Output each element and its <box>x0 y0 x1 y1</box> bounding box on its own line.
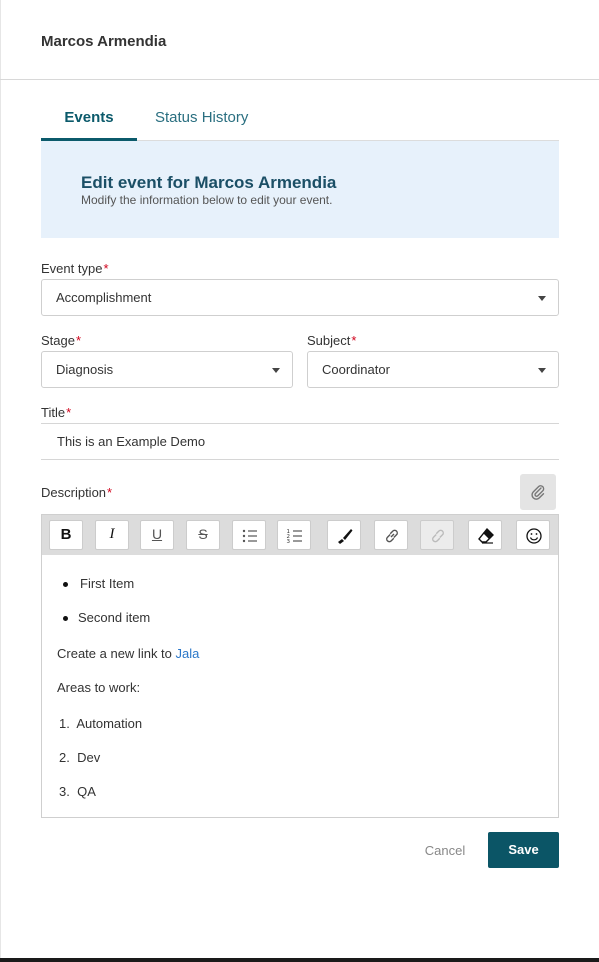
brush-icon <box>338 529 353 544</box>
stage-select[interactable]: Diagnosis <box>41 351 293 388</box>
required-mark: * <box>351 333 357 348</box>
eraser-icon <box>478 527 494 544</box>
item-number: 3. <box>59 784 70 799</box>
item-text: QA <box>77 784 96 799</box>
underline-label: U <box>151 526 163 542</box>
subject-label-text: Subject <box>307 333 351 348</box>
page-header: Marcos Armendia <box>0 0 599 80</box>
title-label: Title* <box>41 405 71 420</box>
event-type-value: Accomplishment <box>56 290 152 305</box>
title-input[interactable]: This is an Example Demo <box>41 423 559 460</box>
title-label-text: Title <box>41 405 66 420</box>
clear-format-button[interactable] <box>468 520 502 550</box>
underline-button[interactable]: U <box>140 520 174 550</box>
bold-button[interactable]: B <box>49 520 83 550</box>
jala-link[interactable]: Jala <box>176 646 200 661</box>
save-button[interactable]: Save <box>488 832 559 868</box>
stage-value: Diagnosis <box>56 362 114 377</box>
link-icon <box>386 529 398 543</box>
stage-label: Stage* <box>41 333 81 348</box>
bullet-list-icon <box>242 529 257 543</box>
required-mark: * <box>66 405 72 420</box>
event-type-label-text: Event type <box>41 261 103 276</box>
chevron-down-icon <box>538 296 546 301</box>
description-label: Description* <box>41 485 112 500</box>
unlink-icon <box>432 529 444 543</box>
header-user-name: Marcos Armendia <box>41 33 167 50</box>
link-line: Create a new link to Jala <box>57 646 199 661</box>
tab-events[interactable]: Events <box>41 100 137 141</box>
item-text: Dev <box>77 750 101 765</box>
emoji-button[interactable] <box>516 520 550 550</box>
numbered-item: 3. QA <box>59 784 96 799</box>
bullet-list-button[interactable] <box>232 520 266 550</box>
numbered-list-icon: 1 2 3 <box>287 529 302 545</box>
subject-select[interactable]: Coordinator <box>307 351 559 388</box>
title-value: This is an Example Demo <box>57 434 206 449</box>
required-mark: * <box>103 261 109 276</box>
chevron-down-icon <box>538 368 546 373</box>
subject-label: Subject* <box>307 333 356 348</box>
paperclip-icon <box>531 485 545 500</box>
text-color-button[interactable] <box>327 520 361 550</box>
event-type-select[interactable]: Accomplishment <box>41 279 559 316</box>
numbered-item: 1. Automation <box>59 716 142 731</box>
edit-banner: Edit event for Marcos Armendia Modify th… <box>41 141 559 238</box>
required-mark: * <box>107 485 113 500</box>
banner-subtitle: Modify the information below to edit you… <box>81 193 333 207</box>
item-text: Automation <box>76 716 143 731</box>
italic-label: I <box>109 526 115 542</box>
editor-toolbar: B I U S 1 2 3 <box>42 515 558 555</box>
chevron-down-icon <box>272 368 280 373</box>
event-type-label: Event type* <box>41 261 109 276</box>
numbered-list-button[interactable]: 1 2 3 <box>277 520 311 550</box>
subject-value: Coordinator <box>322 362 390 377</box>
description-editor[interactable]: B I U S 1 2 3 First Item Second item Cre… <box>41 514 559 818</box>
strikethrough-label: S <box>198 526 208 542</box>
stage-label-text: Stage <box>41 333 75 348</box>
tab-status-history[interactable]: Status History <box>155 100 248 141</box>
link-button[interactable] <box>374 520 408 550</box>
required-mark: * <box>75 333 82 348</box>
page-border <box>0 0 1 958</box>
bold-label: B <box>60 526 72 543</box>
strikethrough-button[interactable]: S <box>186 520 220 550</box>
svg-text:3: 3 <box>287 539 291 545</box>
bottom-border <box>0 958 599 962</box>
bullet-marker <box>63 582 68 587</box>
link-line-text: Create a new link to <box>57 646 176 661</box>
areas-label: Areas to work: <box>57 680 141 695</box>
unlink-button[interactable] <box>420 520 454 550</box>
numbered-item: 2. Dev <box>59 750 100 765</box>
tab-bar: Events Status History <box>41 100 559 141</box>
italic-button[interactable]: I <box>95 520 129 550</box>
banner-title: Edit event for Marcos Armendia <box>81 173 337 192</box>
description-label-text: Description <box>41 485 107 500</box>
list-item: First Item <box>80 576 135 591</box>
cancel-button[interactable]: Cancel <box>412 837 478 865</box>
item-number: 1. <box>59 716 70 731</box>
list-item: Second item <box>78 610 151 625</box>
attach-button[interactable] <box>520 474 556 510</box>
item-number: 2. <box>59 750 70 765</box>
bullet-marker <box>63 616 68 621</box>
emoji-icon <box>526 528 542 544</box>
